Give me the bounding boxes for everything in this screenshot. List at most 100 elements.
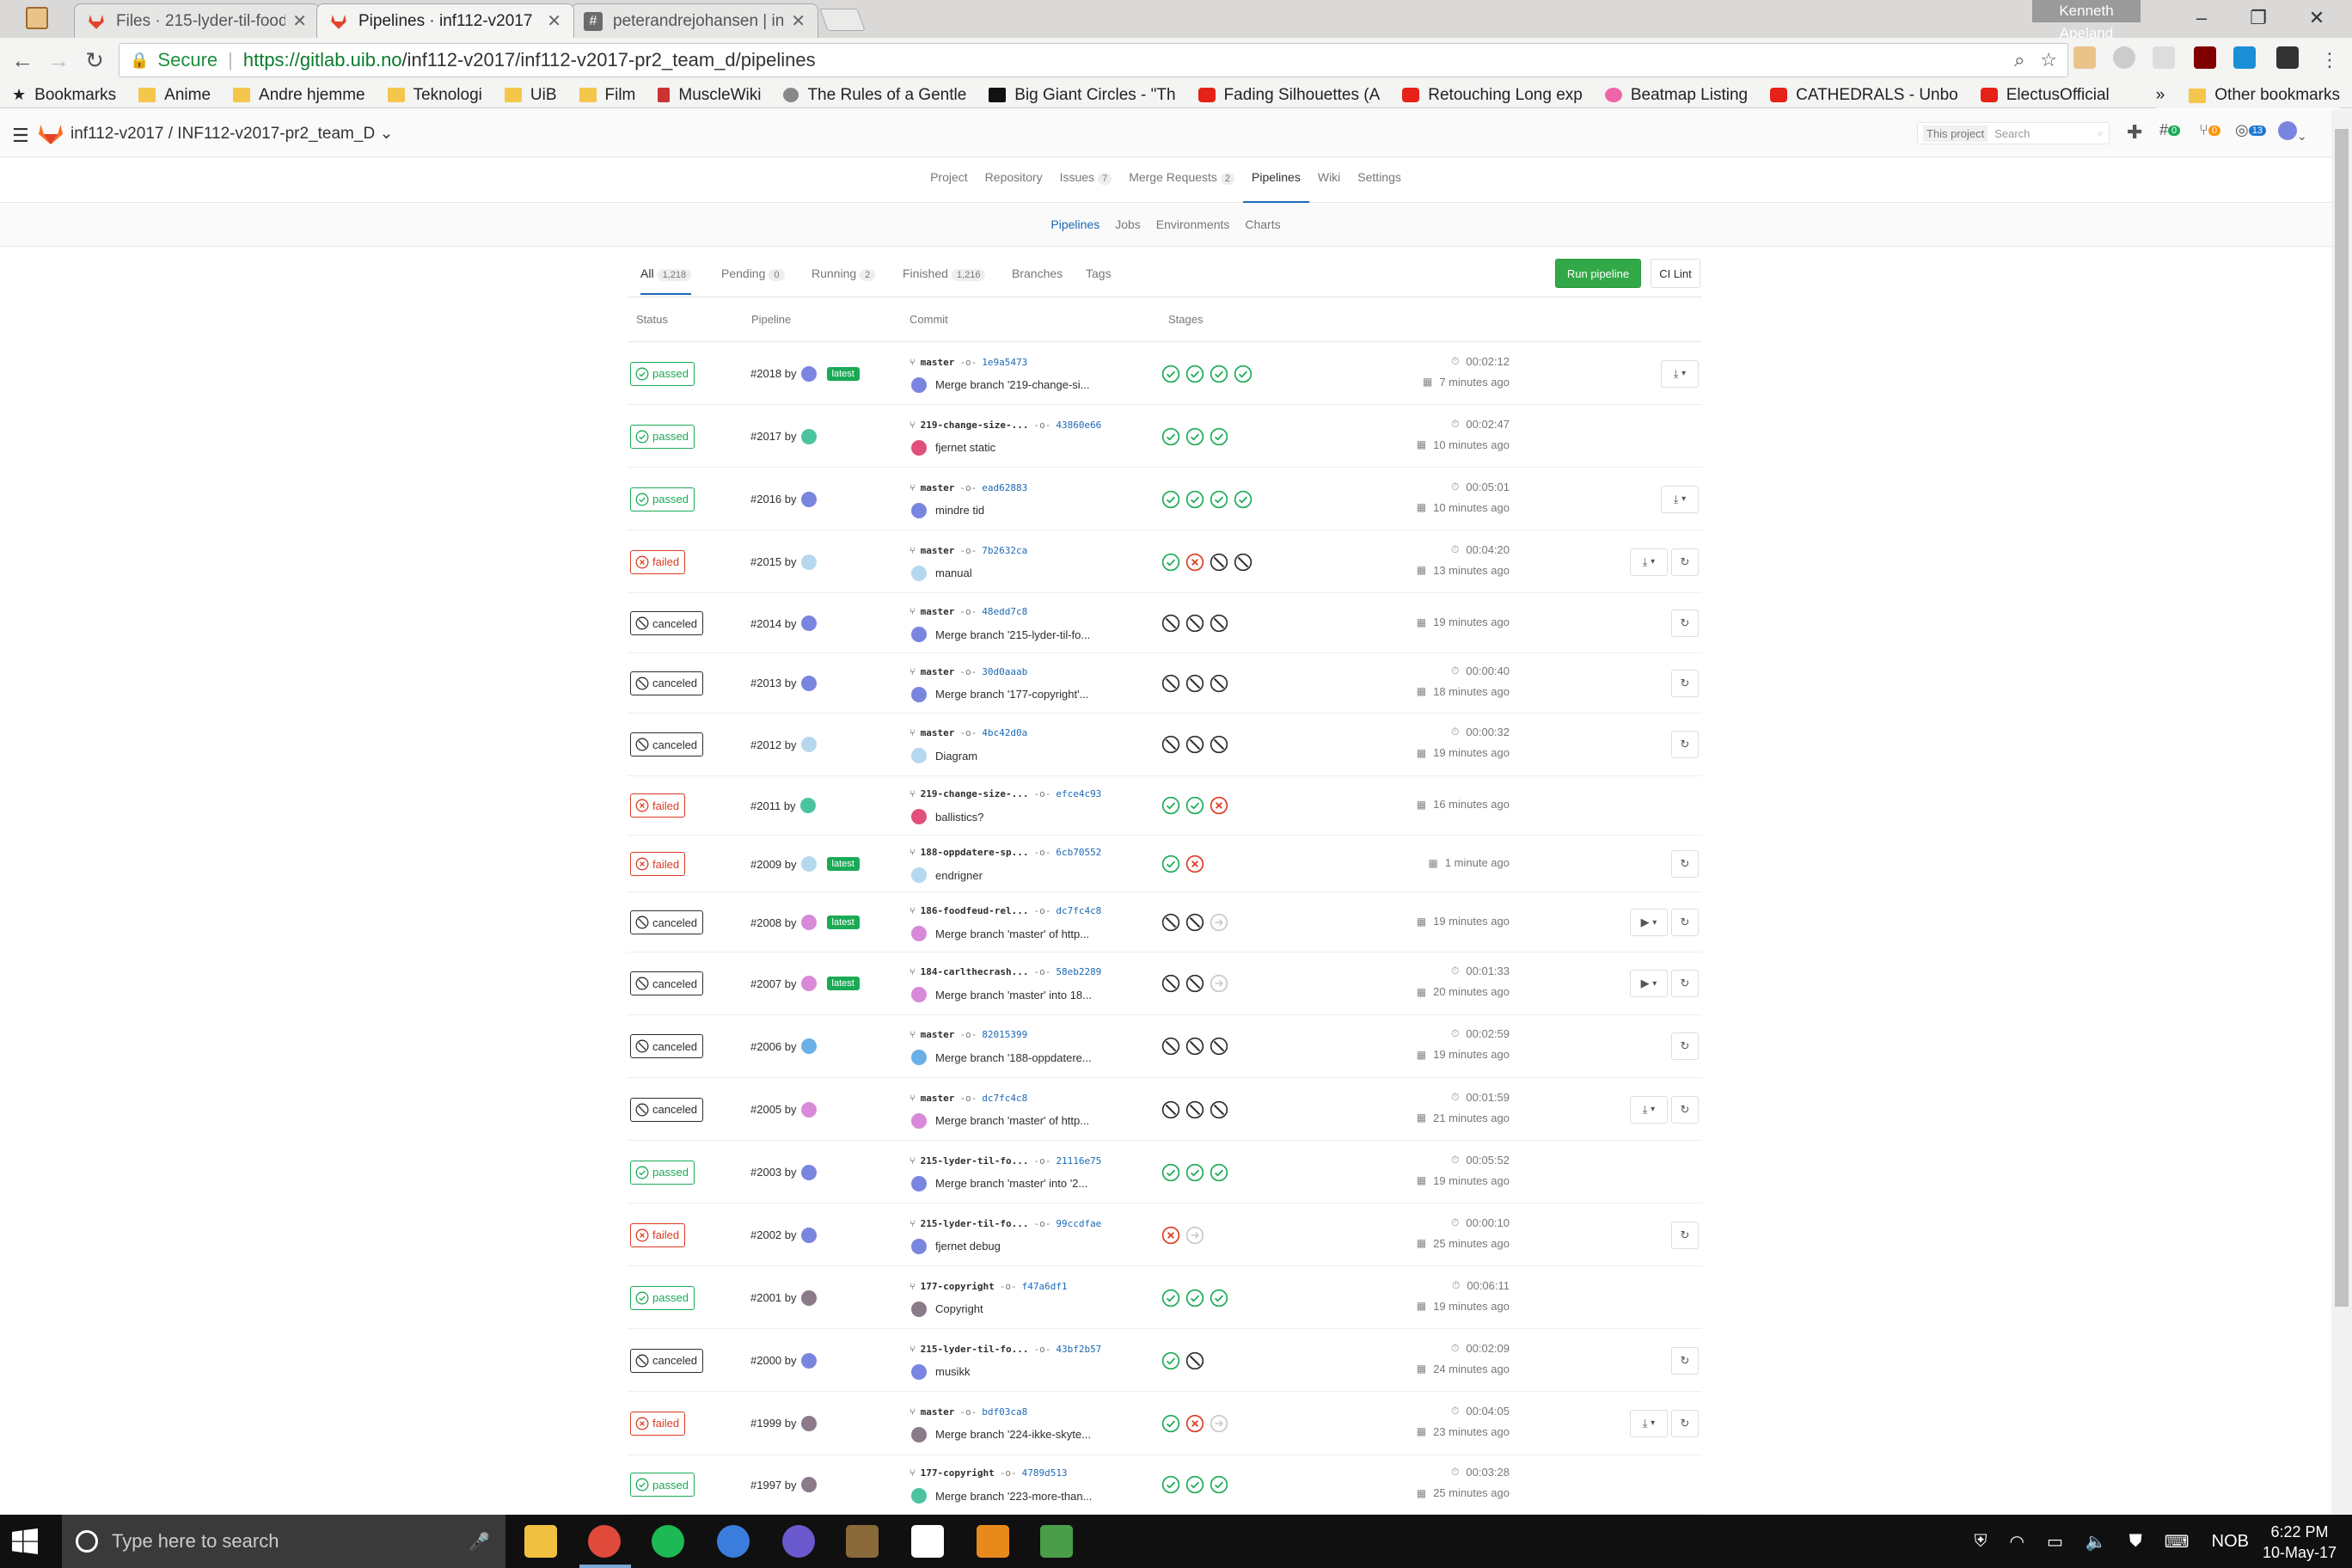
ci-status-badge[interactable]: passed: [630, 1160, 695, 1185]
pipeline-id[interactable]: #2014 by: [750, 616, 817, 632]
stage-canceled-icon[interactable]: [1185, 1037, 1204, 1056]
scope-tab-pending[interactable]: Pending 0: [721, 266, 785, 281]
restore-icon[interactable]: ❐: [2228, 0, 2288, 36]
pipeline-id[interactable]: #2003 by: [750, 1164, 817, 1180]
scope-tab-finished[interactable]: Finished 1,216: [903, 266, 986, 281]
bookmark-item[interactable]: MuscleWiki: [658, 86, 761, 105]
bookmark-folder[interactable]: Teknologi: [387, 86, 482, 105]
branch-ref[interactable]: ⑂ 215-lyder-til-fo... -o- 43bf2b57: [910, 1344, 1101, 1355]
stage-success-icon[interactable]: [1185, 490, 1204, 509]
forward-icon[interactable]: →: [46, 48, 70, 72]
volume-icon[interactable]: 🔈: [2086, 1531, 2107, 1553]
language-indicator[interactable]: NOB: [2212, 1532, 2249, 1552]
retry-button[interactable]: ↻: [1671, 909, 1699, 937]
run-pipeline-button[interactable]: Run pipeline: [1555, 259, 1641, 288]
bookmark-item[interactable]: ElectusOfficial: [1980, 86, 2110, 105]
commit-sha[interactable]: 99ccdfae: [1056, 1218, 1101, 1229]
download-artifacts-button[interactable]: ⤓ ▾: [1661, 485, 1699, 513]
stage-canceled-icon[interactable]: [1210, 735, 1228, 754]
stage-success-icon[interactable]: [1161, 796, 1180, 815]
ci-status-badge[interactable]: canceled: [630, 1348, 704, 1373]
browser-profile-name[interactable]: Kenneth Apeland: [2032, 0, 2141, 41]
commit-message[interactable]: Merge branch 'master' of http...: [911, 1112, 1089, 1129]
tab-merge-requests[interactable]: Merge Requests 2: [1120, 158, 1243, 203]
avatar[interactable]: [911, 377, 927, 393]
stage-canceled-icon[interactable]: [1185, 1351, 1204, 1370]
app-icon[interactable]: [717, 1525, 750, 1558]
issues-icon[interactable]: ◎ 13: [2235, 121, 2266, 139]
extension-icon[interactable]: [2276, 46, 2299, 69]
stage-canceled-icon[interactable]: [1185, 913, 1204, 932]
stage-canceled-icon[interactable]: [1210, 1037, 1228, 1056]
subtab-environments[interactable]: Environments: [1148, 204, 1238, 246]
avatar[interactable]: [800, 1227, 817, 1243]
branch-ref[interactable]: ⑂ master -o- 7b2632ca: [910, 545, 1027, 556]
tab-issues[interactable]: Issues 7: [1051, 158, 1121, 203]
commit-sha[interactable]: dc7fc4c8: [982, 1093, 1027, 1104]
pipeline-id[interactable]: #2005 by: [750, 1101, 817, 1118]
avatar[interactable]: [911, 1426, 927, 1442]
retry-button[interactable]: ↻: [1671, 731, 1699, 759]
commit-sha[interactable]: bdf03ca8: [982, 1406, 1027, 1418]
avatar[interactable]: [800, 1164, 817, 1180]
pipeline-id[interactable]: #2006 by: [750, 1038, 817, 1055]
file-explorer-icon[interactable]: [524, 1525, 557, 1558]
retry-button[interactable]: ↻: [1671, 850, 1699, 879]
commit-sha[interactable]: ead62883: [982, 482, 1027, 493]
browser-tab-slack[interactable]: # peterandrejohansen | inf ✕: [571, 3, 818, 38]
stage-success-icon[interactable]: [1161, 1475, 1180, 1494]
branch-ref[interactable]: ⑂ master -o-dc7fc4c8: [910, 1093, 1027, 1104]
ci-status-badge[interactable]: failed: [630, 852, 686, 877]
stage-skipped-icon[interactable]: [1210, 1414, 1228, 1433]
avatar[interactable]: [800, 1101, 817, 1118]
stage-failed-icon[interactable]: [1210, 796, 1228, 815]
new-tab-button[interactable]: [819, 9, 866, 31]
app-icon[interactable]: [782, 1525, 815, 1558]
manual-actions-button[interactable]: ▶ ▾: [1630, 909, 1668, 937]
bookmark-item[interactable]: Fading Silhouettes (A: [1197, 86, 1380, 105]
avatar[interactable]: [911, 502, 927, 518]
tab-settings[interactable]: Settings: [1349, 158, 1410, 203]
commit-sha[interactable]: 6cb70552: [1056, 847, 1101, 858]
bookmark-folder[interactable]: Film: [579, 86, 635, 105]
avatar[interactable]: [800, 976, 817, 992]
avatar[interactable]: [800, 428, 817, 444]
retry-button[interactable]: ↻: [1671, 609, 1699, 638]
manual-actions-button[interactable]: ▶ ▾: [1630, 970, 1668, 998]
branch-ref[interactable]: ⑂ master -o- 30d0aaab: [910, 666, 1027, 677]
scope-tab-running[interactable]: Running 2: [812, 266, 876, 281]
avatar[interactable]: [911, 926, 927, 942]
stage-success-icon[interactable]: [1161, 553, 1180, 572]
pipeline-id[interactable]: #2008 by latest: [750, 915, 860, 931]
app-icon[interactable]: [911, 1525, 944, 1558]
retry-button[interactable]: ↻: [1671, 1032, 1699, 1061]
keyboard-icon[interactable]: ⌨: [2165, 1531, 2190, 1553]
download-artifacts-button[interactable]: ⤓ ▾: [1630, 548, 1668, 576]
pipeline-id[interactable]: #2011 by: [750, 798, 816, 814]
chrome-icon[interactable]: [588, 1525, 621, 1558]
stage-success-icon[interactable]: [1185, 1289, 1204, 1308]
branch-ref[interactable]: ⑂ master -o- 1e9a5473: [910, 357, 1027, 368]
commit-message[interactable]: Merge branch '223-more-than...: [911, 1488, 1092, 1504]
avatar[interactable]: [800, 1038, 817, 1055]
avatar[interactable]: [800, 491, 817, 507]
scope-tab-branches[interactable]: Branches: [1012, 266, 1063, 280]
ci-status-badge[interactable]: canceled: [630, 732, 704, 757]
avatar[interactable]: [800, 1352, 817, 1369]
stage-success-icon[interactable]: [1185, 427, 1204, 446]
bookmark-item[interactable]: Beatmap Listing: [1604, 86, 1748, 105]
pipeline-id[interactable]: #2001 by: [750, 1289, 817, 1306]
commit-sha[interactable]: 82015399: [982, 1029, 1027, 1040]
pipeline-id[interactable]: #2000 by: [750, 1352, 817, 1369]
browser-tab-pipelines[interactable]: Pipelines · inf112-v2017 ✕: [316, 3, 574, 38]
ci-status-badge[interactable]: passed: [630, 1473, 695, 1498]
stage-success-icon[interactable]: [1161, 1351, 1180, 1370]
commit-message[interactable]: musikk: [911, 1363, 970, 1380]
stage-canceled-icon[interactable]: [1161, 674, 1180, 693]
avatar[interactable]: [800, 554, 817, 570]
spotify-icon[interactable]: [652, 1525, 684, 1558]
commit-message[interactable]: Merge branch '177-copyright'...: [911, 686, 1088, 702]
bookmark-folder[interactable]: Anime: [138, 86, 211, 105]
bookmark-item[interactable]: ★ Bookmarks: [12, 86, 116, 105]
other-bookmarks[interactable]: Other bookmarks: [2189, 86, 2340, 105]
